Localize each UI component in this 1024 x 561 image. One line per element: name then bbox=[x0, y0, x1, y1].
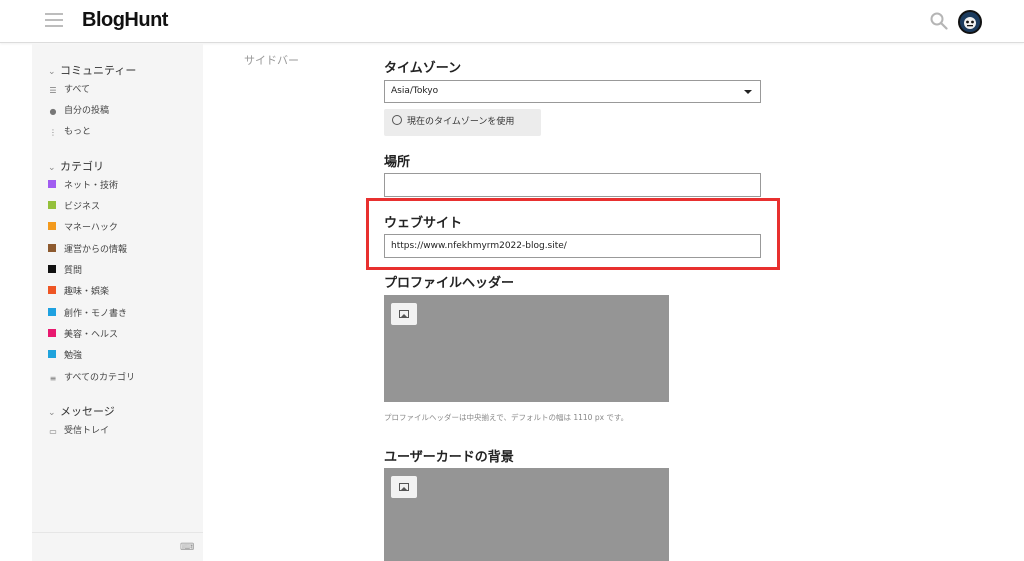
section-title: カテゴリ bbox=[60, 160, 104, 173]
location-label: 場所 bbox=[384, 155, 411, 170]
sidebar-item-label: すべて bbox=[64, 85, 91, 95]
sidebar-item-label: ネット・技術 bbox=[64, 181, 119, 191]
sidebar-item-label: すべてのカテゴリ bbox=[64, 373, 136, 383]
sidebar-category-announcements[interactable]: 運営からの情報 bbox=[48, 243, 127, 257]
site-logo[interactable]: BlogHunt bbox=[82, 9, 168, 32]
sidebar-item-all-categories[interactable]: ≡ すべてのカテゴリ bbox=[48, 371, 135, 385]
sidebar: ⌄ コミュニティー ☰ すべて ● 自分の投稿 ⋮ もっと ⌄ カテゴリ ネット・技術 ビ… bbox=[32, 44, 203, 561]
section-title: コミュニティー bbox=[60, 64, 137, 77]
category-color-swatch bbox=[48, 201, 56, 209]
chevron-down-icon: ⌄ bbox=[48, 163, 56, 173]
globe-icon bbox=[392, 115, 402, 125]
use-current-timezone-button[interactable]: 現在のタイムゾーンを使用 bbox=[384, 109, 541, 136]
user-icon: ● bbox=[49, 107, 57, 116]
sidebar-category-creative-writing[interactable]: 創作・モノ書き bbox=[48, 307, 127, 321]
category-color-swatch bbox=[48, 308, 56, 316]
keyboard-icon[interactable]: ⌨ bbox=[180, 542, 194, 553]
sidebar-item-label: ビジネス bbox=[64, 202, 101, 212]
sidebar-category-business[interactable]: ビジネス bbox=[48, 200, 100, 214]
sidebar-category-beauty-health[interactable]: 美容・ヘルス bbox=[48, 328, 118, 342]
more-vertical-icon: ⋮ bbox=[49, 128, 57, 137]
user-card-background-label: ユーザーカードの背景 bbox=[384, 450, 514, 465]
sidebar-item-label: 受信トレイ bbox=[64, 426, 110, 436]
layers-icon: ☰ bbox=[49, 86, 57, 95]
sidebar-item-label: もっと bbox=[64, 127, 92, 137]
highlight-box bbox=[366, 198, 780, 270]
category-color-swatch bbox=[48, 244, 56, 252]
dropdown-caret-icon bbox=[744, 90, 752, 94]
sidebar-item-label: 勉強 bbox=[64, 351, 83, 361]
category-color-swatch bbox=[48, 350, 56, 358]
chevron-down-icon: ⌄ bbox=[48, 408, 56, 418]
sidebar-setting-label: サイドバー bbox=[244, 54, 299, 67]
sidebar-item-label: 運営からの情報 bbox=[64, 245, 128, 255]
chevron-down-icon: ⌄ bbox=[48, 67, 56, 77]
button-label: 現在のタイムゾーンを使用 bbox=[407, 117, 515, 127]
sidebar-section-categories[interactable]: ⌄ カテゴリ bbox=[48, 158, 104, 174]
sidebar-item-label: 美容・ヘルス bbox=[64, 330, 119, 340]
sidebar-item-more[interactable]: ⋮ もっと bbox=[48, 125, 91, 139]
profile-header-image[interactable] bbox=[384, 295, 669, 402]
sidebar-section-messages[interactable]: ⌄ メッセージ bbox=[48, 403, 115, 419]
sidebar-section-community[interactable]: ⌄ コミュニティー bbox=[48, 62, 136, 78]
category-color-swatch bbox=[48, 180, 56, 188]
user-avatar-icon[interactable] bbox=[958, 10, 982, 34]
category-color-swatch bbox=[48, 329, 56, 337]
section-title: メッセージ bbox=[60, 405, 115, 418]
timezone-selected-value: Asia/Tokyo bbox=[391, 86, 439, 96]
location-input[interactable] bbox=[384, 173, 761, 197]
category-color-swatch bbox=[48, 265, 56, 273]
sidebar-category-net-tech[interactable]: ネット・技術 bbox=[48, 179, 118, 193]
sidebar-item-label: 質問 bbox=[64, 266, 83, 276]
sidebar-item-all[interactable]: ☰ すべて bbox=[48, 83, 90, 97]
sidebar-item-my-posts[interactable]: ● 自分の投稿 bbox=[48, 104, 110, 118]
sidebar-divider bbox=[32, 532, 203, 533]
hamburger-menu-icon[interactable] bbox=[45, 13, 63, 28]
inbox-icon: ▭ bbox=[49, 427, 57, 436]
sidebar-item-label: 創作・モノ書き bbox=[64, 309, 128, 319]
sidebar-item-label: マネーハック bbox=[64, 223, 118, 233]
timezone-select[interactable]: Asia/Tokyo bbox=[384, 80, 761, 103]
sidebar-item-inbox[interactable]: ▭ 受信トレイ bbox=[48, 424, 109, 438]
sidebar-category-money-hack[interactable]: マネーハック bbox=[48, 221, 118, 235]
sidebar-item-label: 自分の投稿 bbox=[64, 106, 110, 116]
timezone-label: タイムゾーン bbox=[384, 61, 462, 76]
image-upload-icon[interactable] bbox=[391, 303, 417, 325]
sidebar-category-hobbies[interactable]: 趣味・娯楽 bbox=[48, 285, 109, 299]
category-color-swatch bbox=[48, 286, 56, 294]
sidebar-item-label: 趣味・娯楽 bbox=[64, 287, 110, 297]
sidebar-category-study[interactable]: 勉強 bbox=[48, 349, 82, 363]
profile-header-label: プロファイルヘッダー bbox=[384, 276, 515, 291]
user-card-background-image[interactable] bbox=[384, 468, 669, 561]
sidebar-category-questions[interactable]: 質問 bbox=[48, 264, 82, 278]
top-header: BlogHunt bbox=[0, 0, 1024, 43]
profile-header-hint: プロファイルヘッダーは中央揃えで、デフォルトの幅は 1110 px です。 bbox=[384, 413, 629, 422]
category-color-swatch bbox=[48, 222, 56, 230]
search-icon[interactable] bbox=[930, 12, 948, 30]
image-upload-icon[interactable] bbox=[391, 476, 417, 498]
list-icon: ≡ bbox=[49, 374, 57, 383]
